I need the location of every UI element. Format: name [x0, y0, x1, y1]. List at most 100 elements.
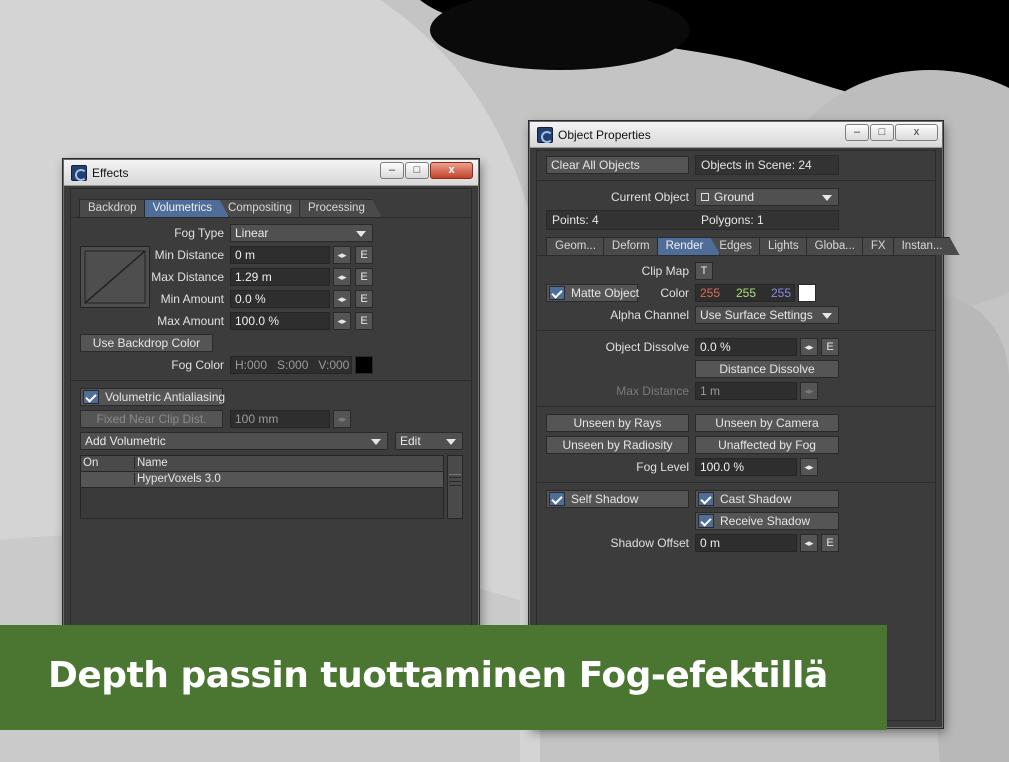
tab-backdrop[interactable]: Backdrop [79, 199, 154, 217]
object-properties-titlebar[interactable]: Object Properties – □ x [530, 122, 942, 148]
volumetric-antialiasing-checkbox[interactable]: Volumetric Antialiasing [80, 388, 226, 406]
min-distance-field[interactable]: 0 m [230, 246, 330, 264]
current-object-dropdown[interactable]: Ground [695, 188, 839, 206]
unseen-by-camera-button[interactable]: Unseen by Camera [695, 414, 839, 432]
clear-all-objects-button[interactable]: Clear All Objects [546, 156, 689, 174]
tab-instance[interactable]: Instan... [893, 237, 960, 255]
cube-icon [701, 193, 709, 201]
volumetric-list: On Name HyperVoxels 3.0 [80, 455, 444, 519]
checkmark-icon [83, 390, 99, 404]
object-dissolve-envelope-button[interactable]: E [821, 338, 839, 356]
min-distance-label: Min Distance [154, 248, 224, 262]
list-header-on[interactable]: On [83, 457, 98, 469]
current-object-label: Current Object [610, 190, 689, 204]
fog-color-label: Fog Color [171, 358, 224, 372]
checkmark-icon [698, 492, 714, 506]
use-backdrop-color-button[interactable]: Use Backdrop Color [80, 334, 213, 352]
fixed-near-clip-button[interactable]: Fixed Near Clip Dist. [80, 410, 223, 428]
maximize-button[interactable]: □ [870, 124, 894, 141]
object-dissolve-stepper-icon[interactable]: ◂▸ [800, 338, 818, 356]
checkmark-icon [698, 514, 714, 528]
add-volumetric-dropdown[interactable]: Add Volumetric [80, 432, 388, 450]
self-shadow-checkbox[interactable]: Self Shadow [546, 490, 689, 508]
max-amount-label: Max Amount [157, 314, 224, 328]
object-dissolve-field[interactable]: 0.0 % [695, 338, 797, 356]
color-g: 255 [736, 286, 757, 300]
scrollbar-thumb[interactable] [449, 474, 461, 500]
matte-color-swatch[interactable] [798, 284, 816, 302]
list-scrollbar[interactable] [447, 455, 463, 519]
receive-shadow-checkbox[interactable]: Receive Shadow [695, 512, 839, 530]
unaffected-by-fog-button[interactable]: Unaffected by Fog [695, 436, 839, 454]
tab-volumetrics[interactable]: Volumetrics [144, 199, 229, 217]
max-amount-stepper-icon[interactable]: ◂▸ [333, 312, 351, 330]
list-header-name[interactable]: Name [134, 457, 168, 469]
receive-shadow-label: Receive Shadow [720, 514, 811, 528]
tab-geometry[interactable]: Geom... [546, 237, 613, 255]
min-amount-envelope-button[interactable]: E [355, 290, 373, 308]
close-button[interactable]: x [430, 162, 473, 179]
clip-map-texture-button[interactable]: T [695, 262, 713, 280]
list-header: On Name [81, 456, 443, 472]
min-amount-stepper-icon[interactable]: ◂▸ [333, 290, 351, 308]
chevron-down-icon [356, 231, 366, 237]
unseen-by-rays-button[interactable]: Unseen by Rays [546, 414, 689, 432]
fog-color-field[interactable]: H:000 S:000 V:000 [230, 356, 352, 374]
close-button[interactable]: x [895, 124, 938, 141]
minimize-button[interactable]: – [380, 162, 404, 179]
max-distance-stepper-icon[interactable]: ◂▸ [800, 382, 818, 400]
max-distance-stepper-icon[interactable]: ◂▸ [333, 268, 351, 286]
polygons-count: Polygons: 1 [701, 213, 764, 227]
points-count: Points: 4 [546, 210, 839, 230]
matte-object-label: Matte Object [571, 286, 640, 300]
fog-type-label: Fog Type [174, 226, 224, 240]
fog-level-field[interactable]: 100.0 % [695, 458, 797, 476]
add-volumetric-label: Add Volumetric [85, 434, 166, 448]
effects-titlebar[interactable]: Effects – □ x [64, 160, 478, 186]
max-distance-field[interactable]: 1.29 m [230, 268, 330, 286]
edit-label: Edit [400, 434, 421, 448]
object-properties-title: Object Properties [558, 128, 651, 142]
distance-dissolve-button[interactable]: Distance Dissolve [695, 360, 839, 378]
fog-level-stepper-icon[interactable]: ◂▸ [800, 458, 818, 476]
matte-object-checkbox[interactable]: Matte Object [546, 284, 640, 302]
shadow-offset-envelope-button[interactable]: E [821, 534, 839, 552]
shadow-offset-stepper-icon[interactable]: ◂▸ [800, 534, 818, 552]
edit-dropdown[interactable]: Edit [395, 432, 463, 450]
cast-shadow-checkbox[interactable]: Cast Shadow [695, 490, 839, 508]
list-item[interactable]: HyperVoxels 3.0 [81, 472, 443, 488]
chevron-down-icon [371, 439, 381, 445]
tab-processing[interactable]: Processing [299, 199, 382, 217]
effects-panel: Backdrop Volumetrics Compositing Process… [70, 188, 472, 632]
matte-color-field[interactable]: 255 255 255 [695, 284, 795, 302]
fog-type-dropdown[interactable]: Linear [230, 224, 373, 242]
fog-color-h: H:000 [235, 358, 268, 372]
max-distance-envelope-button[interactable]: E [355, 268, 373, 286]
cast-shadow-label: Cast Shadow [720, 492, 792, 506]
chevron-down-icon [446, 439, 456, 445]
banner-title: Depth passin tuottaminen Fog-efektillä [48, 655, 828, 696]
max-amount-envelope-button[interactable]: E [355, 312, 373, 330]
shadow-offset-field[interactable]: 0 m [695, 534, 797, 552]
color-b: 255 [771, 286, 792, 300]
objects-in-scene: Objects in Scene: 24 [695, 155, 839, 175]
alpha-channel-dropdown[interactable]: Use Surface Settings [695, 306, 839, 324]
min-distance-envelope-button[interactable]: E [355, 246, 373, 264]
fog-type-value: Linear [235, 226, 269, 240]
min-distance-stepper-icon[interactable]: ◂▸ [333, 246, 351, 264]
min-amount-field[interactable]: 0.0 % [230, 290, 330, 308]
max-distance-field[interactable]: 1 m [695, 382, 797, 400]
fog-color-swatch[interactable] [355, 356, 373, 374]
unseen-by-radiosity-button[interactable]: Unseen by Radiosity [546, 436, 689, 454]
title-banner: Depth passin tuottaminen Fog-efektillä [0, 625, 887, 730]
max-amount-field[interactable]: 100.0 % [230, 312, 330, 330]
volumetric-antialiasing-label: Volumetric Antialiasing [105, 390, 226, 404]
near-clip-stepper-icon[interactable]: ◂▸ [333, 410, 351, 428]
tab-compositing[interactable]: Compositing [219, 199, 309, 217]
maximize-button[interactable]: □ [405, 162, 429, 179]
chevron-down-icon [822, 313, 832, 319]
effects-window: Effects – □ x Backdrop Volumetrics Compo… [63, 159, 479, 639]
minimize-button[interactable]: – [845, 124, 869, 141]
near-clip-field[interactable]: 100 mm [230, 410, 330, 428]
tab-render[interactable]: Render [657, 237, 721, 255]
